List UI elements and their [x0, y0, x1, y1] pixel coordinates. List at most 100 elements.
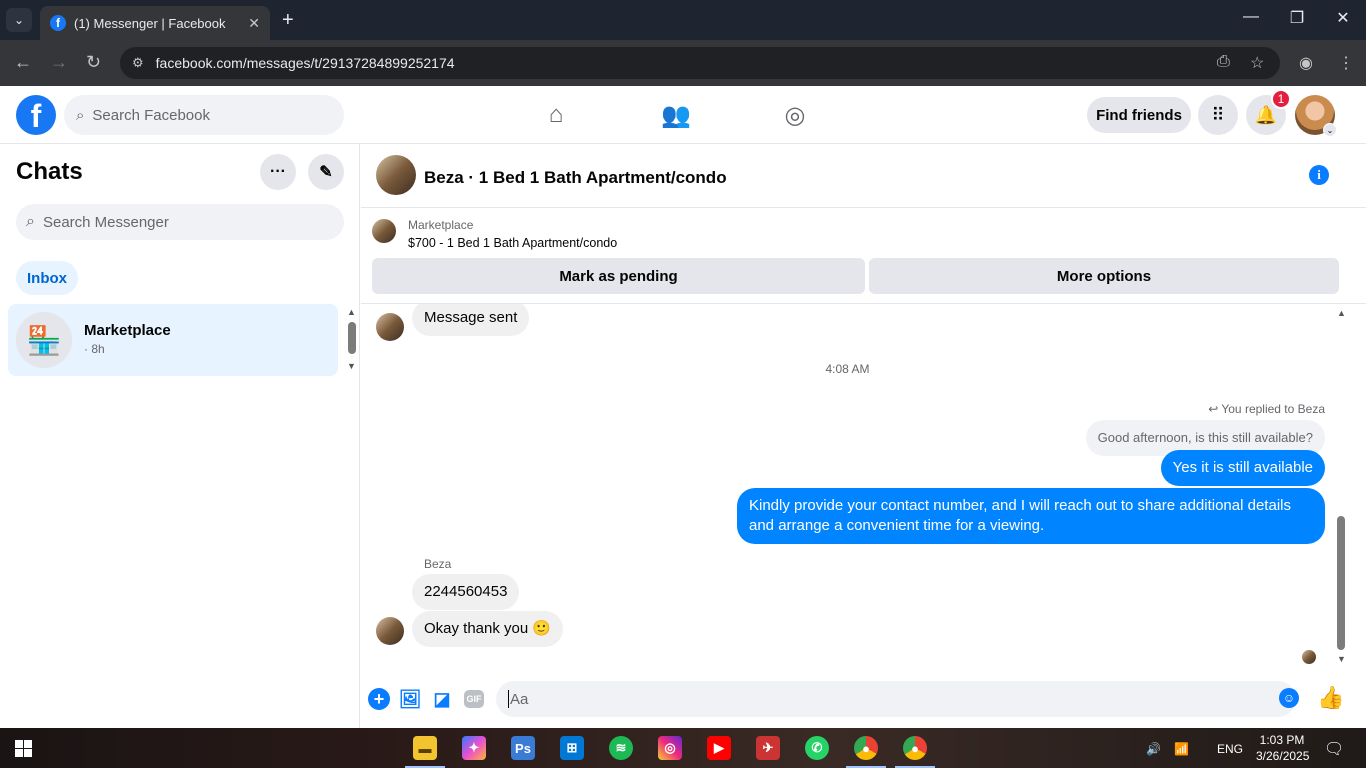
facebook-search-input[interactable]: ⌕ Search Facebook	[64, 95, 344, 135]
scroll-up-arrow-icon[interactable]: ▲	[1337, 308, 1346, 318]
more-options-button[interactable]: More options	[869, 258, 1339, 294]
message-timestamp: 4:08 AM	[825, 362, 870, 376]
marketplace-label: Marketplace	[408, 218, 474, 232]
replied-indicator: ↩ You replied to Beza	[1208, 402, 1325, 416]
minimize-icon[interactable]: —	[1228, 8, 1274, 26]
message-input[interactable]: Aa	[496, 681, 1296, 717]
friends-icon[interactable]: 👥	[656, 98, 696, 132]
facebook-favicon-icon: f	[50, 15, 66, 31]
spotify-icon[interactable]: ≋	[609, 736, 633, 760]
restore-icon[interactable]: ❐	[1274, 8, 1320, 28]
chat-time: · 8h	[84, 342, 105, 356]
instagram-icon[interactable]: ◎	[658, 736, 682, 760]
browser-menu-icon[interactable]: ⋮	[1338, 53, 1354, 73]
forward-icon[interactable]: →	[50, 52, 68, 73]
conversation-avatar[interactable]	[376, 155, 416, 195]
back-icon[interactable]: ←	[14, 52, 32, 73]
chrome-icon[interactable]: ●	[903, 736, 927, 760]
notification-badge: 1	[1271, 89, 1291, 109]
close-tab-icon[interactable]: ✕	[248, 15, 260, 32]
messenger-search-input[interactable]: ⌕ Search Messenger	[16, 204, 344, 240]
microsoft-store-icon[interactable]: ⊞	[560, 736, 584, 760]
url-bar[interactable]: ⚙ facebook.com/messages/t/29137284899252…	[120, 47, 1280, 79]
new-tab-icon[interactable]: +	[282, 9, 294, 32]
app-icon[interactable]: ✈	[756, 736, 780, 760]
scroll-down-arrow-icon[interactable]: ▼	[347, 361, 356, 371]
message-bubble-outgoing: Kindly provide your contact number, and …	[737, 488, 1325, 544]
gif-icon[interactable]: GIF	[464, 690, 484, 708]
sidebar-scrollbar-thumb[interactable]	[348, 322, 356, 354]
message-bubble-outgoing: Yes it is still available	[1160, 450, 1325, 486]
home-icon[interactable]: ⌂	[536, 98, 576, 132]
tab-title: (1) Messenger | Facebook	[74, 15, 226, 31]
message-composer: + 🖼 ◪ GIF Aa ☺ 👍	[361, 676, 1366, 728]
text-caret	[508, 690, 509, 708]
windows-start-icon[interactable]	[15, 740, 32, 757]
info-icon[interactable]: i	[1309, 165, 1329, 185]
replied-label: You replied to Beza	[1221, 402, 1325, 416]
bookmark-star-icon[interactable]: ☆	[1250, 53, 1264, 73]
attach-photo-icon[interactable]: 🖼	[399, 688, 422, 710]
marketplace-listing-banner: Marketplace $700 - 1 Bed 1 Bath Apartmen…	[361, 208, 1366, 304]
menu-grid-icon[interactable]: ⠿	[1198, 95, 1238, 135]
message-input-placeholder: Aa	[510, 690, 529, 708]
seen-receipt-avatar	[1302, 650, 1316, 664]
thumbs-up-icon[interactable]: 👍	[1317, 685, 1344, 711]
scroll-up-arrow-icon[interactable]: ▲	[347, 307, 356, 317]
listing-price-title[interactable]: $700 - 1 Bed 1 Bath Apartment/condo	[408, 236, 617, 250]
sticker-icon[interactable]: ◪	[431, 688, 453, 710]
messenger-search-placeholder: Search Messenger	[42, 213, 169, 231]
whatsapp-icon[interactable]: ✆	[805, 736, 829, 760]
chevron-down-icon: ⌄	[1323, 123, 1337, 137]
sender-name: Beza	[424, 557, 452, 571]
file-explorer-icon[interactable]: ▬	[413, 736, 437, 760]
youtube-icon[interactable]: ▶	[707, 736, 731, 760]
inbox-filter-tab[interactable]: Inbox	[16, 261, 78, 295]
chrome-icon[interactable]: ●	[854, 736, 878, 760]
windows-taskbar: ▬ ✦ Ps ⊞ ≋ ◎ ▶ ✈ ✆ ● ● 🔊 📶 ENG 1:03 PM 3…	[0, 728, 1366, 768]
conversation-scrollbar-thumb[interactable]	[1337, 516, 1345, 650]
copilot-icon[interactable]: ✦	[462, 736, 486, 760]
profile-icon[interactable]: ◉	[1299, 53, 1313, 73]
close-window-icon[interactable]: ✕	[1320, 8, 1366, 28]
network-icon[interactable]: 📶	[1174, 742, 1189, 756]
search-icon: ⌕	[76, 106, 85, 124]
sender-avatar	[376, 617, 404, 645]
clock-date: 3/26/2025	[1256, 749, 1310, 763]
facebook-logo-icon[interactable]: f	[16, 95, 56, 135]
facebook-header: f ⌕ Search Facebook ⌂ 👥 ◎ Find friends ⠿…	[0, 86, 1366, 144]
marketplace-store-icon: 🏪	[16, 312, 72, 368]
search-icon: ⌕	[26, 213, 35, 230]
notification-center-icon[interactable]: 🗨	[1324, 739, 1344, 759]
scroll-down-arrow-icon[interactable]: ▼	[1337, 654, 1346, 664]
emoji-icon[interactable]: ☺	[1279, 688, 1299, 708]
site-info-icon[interactable]: ⚙	[132, 55, 144, 71]
groups-icon[interactable]: ◎	[775, 98, 815, 132]
facebook-search-placeholder: Search Facebook	[92, 106, 210, 124]
chats-title: Chats	[16, 158, 83, 185]
chats-sidebar: Chats ··· ✎ ⌕ Search Messenger Inbox 🏪 M…	[0, 144, 360, 728]
browser-tab[interactable]: f (1) Messenger | Facebook ✕	[40, 6, 270, 40]
message-bubble-incoming: Okay thank you 🙂	[412, 611, 564, 647]
add-attachment-icon[interactable]: +	[368, 688, 390, 710]
message-list: Message sent 4:08 AM ↩ You replied to Be…	[361, 304, 1366, 668]
install-app-icon[interactable]: ⎙	[1217, 53, 1230, 71]
new-message-icon[interactable]: ✎	[308, 154, 344, 190]
conversation-panel: Beza · 1 Bed 1 Bath Apartment/condo i Ma…	[361, 144, 1366, 728]
more-options-icon[interactable]: ···	[260, 154, 296, 190]
system-clock[interactable]: 1:03 PM 3/26/2025	[1256, 732, 1310, 764]
mark-as-pending-button[interactable]: Mark as pending	[372, 258, 865, 294]
listing-thumbnail[interactable]	[372, 219, 396, 243]
sender-avatar	[376, 313, 404, 341]
account-avatar[interactable]: ⌄	[1295, 95, 1337, 137]
chat-list-item[interactable]: 🏪 Marketplace · 8h	[8, 304, 338, 376]
clock-time: 1:03 PM	[1259, 733, 1305, 747]
conversation-header: Beza · 1 Bed 1 Bath Apartment/condo i	[361, 144, 1366, 208]
photoshop-icon[interactable]: Ps	[511, 736, 535, 760]
reload-icon[interactable]: ↻	[86, 52, 101, 73]
find-friends-button[interactable]: Find friends	[1087, 97, 1191, 133]
conversation-title[interactable]: Beza · 1 Bed 1 Bath Apartment/condo	[424, 168, 727, 188]
tab-search-dropdown-icon[interactable]: ⌄	[6, 8, 32, 32]
language-indicator[interactable]: ENG	[1217, 742, 1243, 756]
volume-icon[interactable]: 🔊	[1146, 742, 1161, 756]
